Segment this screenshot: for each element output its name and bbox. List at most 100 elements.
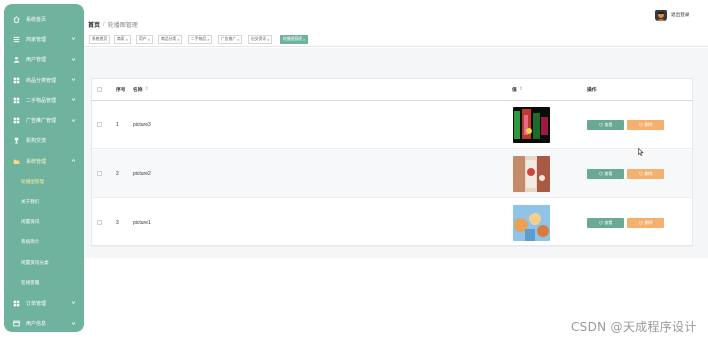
thumbnail-image[interactable]: [513, 204, 550, 241]
column-header-index: 序号: [116, 88, 126, 93]
tag-label: 系统首页: [92, 37, 108, 41]
grid-icon: [12, 76, 20, 84]
sidebar-subitem-news[interactable]: 闲置资讯: [4, 212, 84, 232]
row-checkbox[interactable]: [97, 122, 102, 127]
column-header-actions: 操作: [587, 88, 597, 93]
select-all-checkbox[interactable]: [97, 87, 102, 92]
thumbnail-image[interactable]: [513, 106, 550, 143]
tag-secondhand[interactable]: 二手物品 ×: [188, 35, 213, 44]
view-button[interactable]: 查看: [587, 217, 624, 228]
sidebar-item-label: 系统首页: [26, 16, 47, 23]
sort-icon[interactable]: ⇕: [145, 87, 149, 92]
grid-icon: [12, 96, 20, 104]
tag-label: 商品分类: [161, 37, 177, 41]
heart-icon: [598, 122, 603, 127]
tag-label: 用户: [139, 37, 147, 41]
tag-label: 广告推广: [221, 37, 237, 41]
list-icon: [12, 35, 20, 43]
column-header-name: 名称: [133, 88, 143, 93]
tags-bar: 系统首页 商家 × 用户 × 商品分类 × 二手物品 × 广告推广 × 出交资讯…: [84, 33, 708, 47]
row-name: picture2: [133, 170, 151, 177]
row-checkbox[interactable]: [97, 220, 102, 225]
chevron-down-icon: [71, 300, 76, 305]
view-button-label: 查看: [604, 121, 613, 127]
sort-icon[interactable]: ⇕: [519, 87, 523, 92]
sidebar-subitem-intro[interactable]: 系统简介: [4, 232, 84, 252]
breadcrumb: 首页 / 轮播图管理: [88, 20, 138, 30]
heart-icon: [598, 171, 603, 176]
view-button-label: 查看: [604, 170, 613, 176]
user-menu: 退出登录: [655, 9, 689, 21]
delete-button[interactable]: 删除: [627, 217, 664, 228]
sidebar-item-label: 用户信息: [26, 321, 47, 328]
sidebar-item-system[interactable]: 系统管理: [4, 151, 84, 171]
tag-users[interactable]: 用户 ×: [136, 35, 153, 44]
view-button[interactable]: 查看: [587, 168, 624, 179]
table-row: 2 picture2 查看 删除: [92, 150, 692, 198]
tag-exchange-news[interactable]: 出交资讯 ×: [248, 35, 273, 44]
tag-categories[interactable]: 商品分类 ×: [158, 35, 183, 44]
row-checkbox[interactable]: [97, 171, 102, 176]
breadcrumb-home[interactable]: 首页: [88, 20, 100, 29]
heart-icon: [638, 171, 643, 176]
sidebar-item-secondhand[interactable]: 二手物品管理: [4, 90, 84, 110]
tag-label: 轮播图管理: [283, 37, 302, 41]
sidebar-item-users[interactable]: 用户管理: [4, 50, 84, 70]
tag-home[interactable]: 系统首页: [89, 35, 111, 44]
tag-label: 二手物品: [191, 37, 207, 41]
chevron-down-icon: [71, 57, 76, 62]
sidebar-subitem-news-category[interactable]: 闲置资讯分类: [4, 253, 84, 273]
close-icon[interactable]: ×: [177, 38, 179, 42]
sidebar-item-profile[interactable]: 用户信息: [4, 313, 84, 333]
close-icon[interactable]: ×: [126, 38, 128, 42]
logout-link[interactable]: 退出登录: [671, 12, 689, 18]
heart-icon: [638, 220, 643, 225]
tag-carousel[interactable]: 轮播图管理 ×: [280, 35, 309, 44]
column-header-value: 值: [512, 88, 517, 93]
view-button[interactable]: 查看: [587, 119, 624, 130]
close-icon[interactable]: ×: [207, 38, 209, 42]
close-icon[interactable]: ×: [148, 38, 150, 42]
breadcrumb-separator: /: [103, 21, 105, 28]
heart-icon: [638, 122, 643, 127]
row-index: 3: [116, 219, 119, 226]
data-table: 序号 名称 ⇕ 值 ⇕ 操作 1 picture3 查看 删除 2 pictur…: [91, 78, 693, 247]
delete-button-label: 删除: [644, 170, 653, 176]
close-icon[interactable]: ×: [267, 38, 269, 42]
tag-label: 出交资讯: [251, 37, 267, 41]
grid-icon: [12, 117, 20, 125]
sidebar-item-orders[interactable]: 订单管理: [4, 293, 84, 313]
sidebar-item-label: 系统管理: [26, 158, 47, 165]
chevron-down-icon: [71, 118, 76, 123]
tag-ads[interactable]: 广告推广 ×: [218, 35, 243, 44]
sidebar-item-exchange[interactable]: 机构交流: [4, 131, 84, 151]
sidebar-item-home[interactable]: 系统首页: [4, 9, 84, 29]
column-header-value-sortable[interactable]: 值 ⇕: [512, 79, 523, 100]
sidebar-subitem-support[interactable]: 在线客服: [4, 273, 84, 293]
sidebar: 系统首页 商家管理 用户管理 商品分类管理 二手物品管理 广告推广管理 机构交流…: [4, 4, 84, 332]
table-row: 3 picture1 查看 删除: [92, 199, 692, 247]
sidebar-item-label: 二手物品管理: [26, 97, 57, 104]
close-icon[interactable]: ×: [303, 38, 305, 42]
thumbnail-image[interactable]: [513, 155, 550, 192]
sidebar-subitem-carousel[interactable]: 轮播图管理: [4, 171, 84, 191]
sidebar-item-label: 商品分类管理: [26, 77, 57, 84]
delete-button-label: 删除: [644, 121, 653, 127]
chevron-down-icon: [71, 321, 76, 326]
grid-icon: [12, 299, 20, 307]
delete-button[interactable]: 删除: [627, 168, 664, 179]
sidebar-item-label: 机构交流: [26, 138, 47, 145]
tag-label: 商家: [117, 37, 125, 41]
sidebar-item-merchants[interactable]: 商家管理: [4, 29, 84, 49]
avatar[interactable]: [655, 9, 667, 21]
delete-button[interactable]: 删除: [627, 119, 664, 130]
column-header-name-sortable[interactable]: 名称 ⇕: [133, 79, 149, 100]
sidebar-item-categories[interactable]: 商品分类管理: [4, 70, 84, 90]
close-icon[interactable]: ×: [237, 38, 239, 42]
sidebar-subitem-about[interactable]: 关于我们: [4, 192, 84, 212]
sidebar-item-ads[interactable]: 广告推广管理: [4, 110, 84, 130]
trophy-icon: [12, 137, 20, 145]
sidebar-item-label: 订单管理: [26, 300, 47, 307]
tag-merchants[interactable]: 商家 ×: [114, 35, 131, 44]
row-name: picture3: [133, 121, 151, 128]
